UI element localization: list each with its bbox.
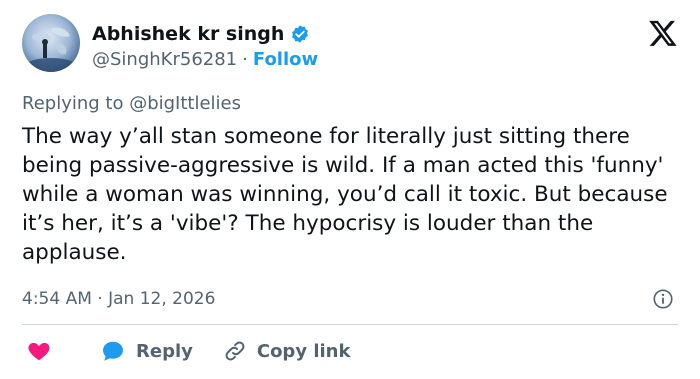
reply-bubble-icon bbox=[103, 341, 123, 361]
info-icon[interactable] bbox=[652, 288, 674, 310]
x-logo-icon[interactable] bbox=[648, 18, 678, 48]
author-handle-row: @SinghKr56281 · Follow bbox=[92, 48, 318, 72]
action-bar: Reply Copy link bbox=[22, 338, 350, 364]
reply-button[interactable]: Reply bbox=[100, 338, 193, 364]
author-name-row: Abhishek kr singh bbox=[92, 22, 310, 46]
divider bbox=[22, 324, 678, 325]
follow-button[interactable]: Follow bbox=[253, 48, 318, 72]
link-icon bbox=[225, 341, 245, 361]
heart-icon bbox=[28, 342, 50, 361]
author-handle[interactable]: @SinghKr56281 bbox=[92, 48, 237, 72]
like-button[interactable] bbox=[26, 338, 52, 364]
avatar[interactable] bbox=[22, 14, 80, 72]
tweet-timestamp[interactable]: 4:54 AM · Jan 12, 2026 bbox=[22, 289, 215, 309]
tweet-text: The way y’all stan someone for literally… bbox=[22, 124, 668, 265]
author-display-name[interactable]: Abhishek kr singh bbox=[92, 22, 284, 46]
avatar-globe-image bbox=[25, 27, 77, 72]
handle-separator: · bbox=[242, 49, 248, 70]
copy-link-label: Copy link bbox=[256, 340, 351, 362]
verified-badge-icon bbox=[292, 25, 309, 43]
reply-label: Reply bbox=[136, 340, 193, 362]
replying-to: Replying to @bigIttlelies bbox=[22, 93, 242, 114]
copy-link-button[interactable]: Copy link bbox=[223, 339, 351, 363]
